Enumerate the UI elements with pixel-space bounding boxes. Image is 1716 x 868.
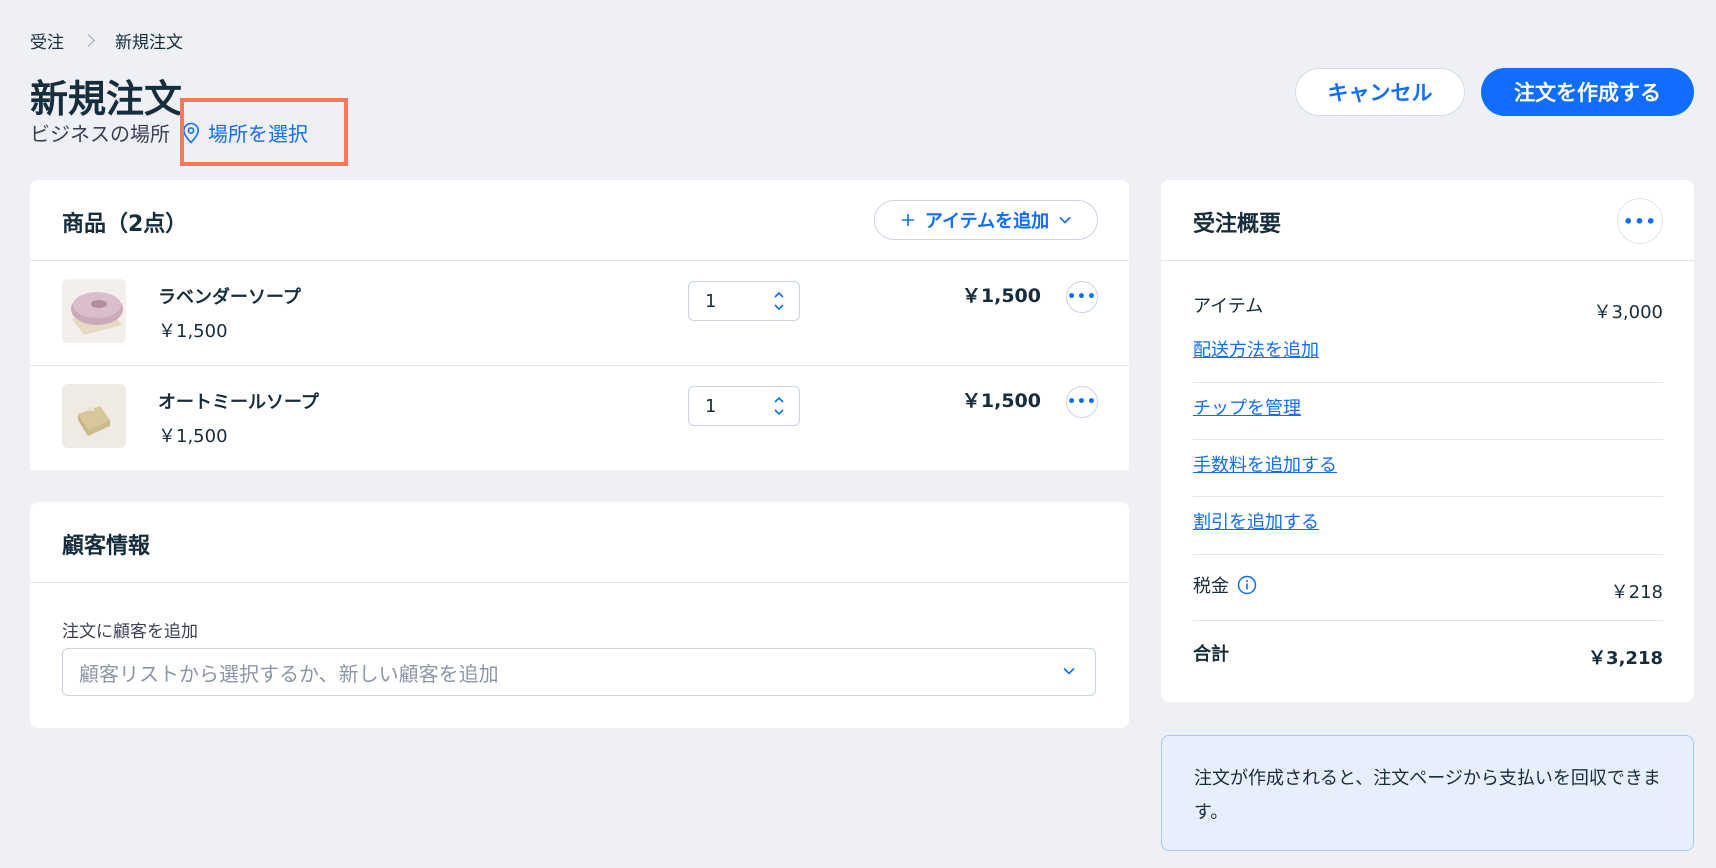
- quantity-value: 1: [705, 395, 717, 417]
- tax-value: ￥218: [1610, 582, 1663, 603]
- order-summary-card: 受注概要 ••• アイテム ￥3,000 配送方法を追加 チップを管理 手数料を…: [1161, 180, 1694, 702]
- product-unit-price: ￥1,500: [158, 321, 228, 342]
- page-title: 新規注文: [30, 77, 183, 121]
- divider: [1193, 496, 1663, 497]
- plus-icon: [901, 214, 914, 226]
- product-total: ￥1,500: [961, 390, 1041, 412]
- quantity-value: 1: [705, 290, 717, 312]
- divider: [1193, 554, 1663, 555]
- oatmeal-soap-image: [62, 384, 126, 448]
- divider: [1193, 439, 1663, 440]
- quantity-stepper[interactable]: 1: [688, 386, 800, 426]
- breadcrumb: 受注 新規注文: [30, 28, 183, 53]
- business-location-label: ビジネスの場所: [30, 122, 170, 146]
- divider: [1161, 260, 1694, 261]
- summary-title: 受注概要: [1193, 212, 1282, 237]
- lavender-soap-image: [62, 279, 126, 343]
- product-row: オートミールソープ ￥1,500 1 ￥1,500 •••: [30, 366, 1129, 470]
- create-order-button[interactable]: 注文を作成する: [1481, 68, 1694, 116]
- divider: [1193, 620, 1663, 621]
- cancel-button[interactable]: キャンセル: [1295, 68, 1465, 116]
- summary-more-button[interactable]: •••: [1617, 198, 1663, 244]
- more-actions-button[interactable]: •••: [1066, 386, 1098, 418]
- location-highlight-box: [180, 98, 348, 166]
- add-fee-link[interactable]: 手数料を追加する: [1193, 451, 1337, 477]
- add-item-label: アイテムを追加: [924, 211, 1050, 232]
- items-label: アイテム: [1193, 296, 1264, 317]
- ellipsis-icon: •••: [1623, 211, 1657, 231]
- customer-field-label: 注文に顧客を追加: [62, 622, 198, 642]
- add-discount-link[interactable]: 割引を追加する: [1193, 508, 1319, 534]
- total-value: ￥3,218: [1588, 648, 1663, 669]
- breadcrumb-current: 新規注文: [115, 33, 183, 53]
- product-name: ラベンダーソープ: [158, 287, 301, 308]
- stepper-arrows-icon[interactable]: [773, 395, 785, 417]
- products-title: 商品（2点）: [62, 212, 188, 237]
- total-label: 合計: [1193, 644, 1229, 665]
- breadcrumb-orders-link[interactable]: 受注: [30, 28, 64, 53]
- tax-row-label: 税金: [1193, 572, 1257, 598]
- customer-select[interactable]: 顧客リストから選択するか、新しい顧客を追加: [62, 648, 1096, 696]
- product-name: オートミールソープ: [158, 392, 319, 413]
- info-icon[interactable]: [1237, 575, 1257, 595]
- ellipsis-icon: •••: [1067, 289, 1097, 305]
- product-unit-price: ￥1,500: [158, 426, 228, 447]
- product-total: ￥1,500: [961, 285, 1041, 307]
- tax-label: 税金: [1193, 576, 1229, 597]
- customer-select-placeholder: 顧客リストから選択するか、新しい顧客を追加: [79, 661, 499, 686]
- customer-card: 顧客情報 注文に顧客を追加 顧客リストから選択するか、新しい顧客を追加: [30, 502, 1129, 728]
- manage-tip-link[interactable]: チップを管理: [1193, 394, 1301, 420]
- ellipsis-icon: •••: [1067, 394, 1097, 410]
- quantity-stepper[interactable]: 1: [688, 281, 800, 321]
- stepper-arrows-icon[interactable]: [773, 290, 785, 312]
- chevron-right-icon: [82, 34, 95, 47]
- info-note: 注文が作成されると、注文ページから支払いを回収できます。: [1161, 735, 1694, 851]
- products-card: 商品（2点） アイテムを追加 ラベンダーソープ ￥1,500 1 ￥1,500 …: [30, 180, 1129, 470]
- customer-title: 顧客情報: [62, 534, 151, 559]
- add-item-button[interactable]: アイテムを追加: [874, 200, 1098, 240]
- chevron-down-icon: [1063, 667, 1075, 675]
- add-shipping-link[interactable]: 配送方法を追加: [1193, 336, 1319, 362]
- chevron-down-icon: [1059, 216, 1071, 224]
- divider: [1193, 382, 1663, 383]
- product-row: ラベンダーソープ ￥1,500 1 ￥1,500 •••: [30, 261, 1129, 365]
- divider: [30, 582, 1129, 583]
- more-actions-button[interactable]: •••: [1066, 281, 1098, 313]
- items-value: ￥3,000: [1593, 302, 1663, 323]
